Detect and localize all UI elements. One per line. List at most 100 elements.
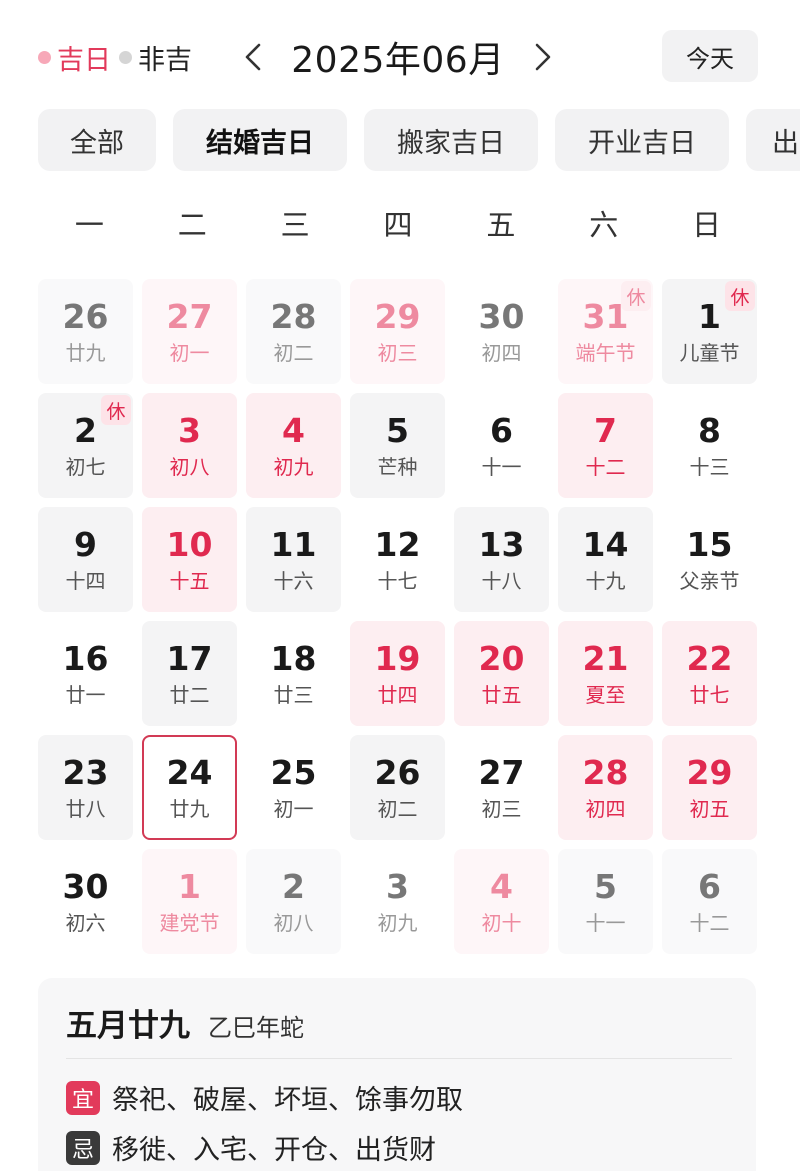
- calendar-day-cell[interactable]: 5 十一: [558, 849, 653, 954]
- lunar-label: 廿二: [169, 682, 210, 707]
- calendar-day-cell[interactable]: 3 初八: [142, 393, 237, 498]
- weekday-sun: 日: [692, 208, 722, 242]
- calendar-day-cell[interactable]: 2 初八: [246, 849, 341, 954]
- tab-moving[interactable]: 搬家吉日: [364, 109, 538, 171]
- calendar-day-cell[interactable]: 5 芒种: [350, 393, 445, 498]
- chevron-right-icon: [535, 43, 551, 71]
- calendar-day-cell[interactable]: 4 初九: [246, 393, 341, 498]
- day-number: 6: [490, 410, 513, 450]
- legend-inauspicious: 非吉: [119, 38, 192, 77]
- weekday-wed: 三: [280, 208, 310, 242]
- prev-month-button[interactable]: [238, 37, 268, 77]
- day-number: 15: [686, 524, 733, 564]
- lunar-label: 初五: [689, 796, 730, 821]
- day-number: 2: [74, 410, 97, 450]
- day-number: 17: [166, 638, 213, 678]
- calendar-day-cell[interactable]: 22 廿七: [662, 621, 757, 726]
- lunar-label: 廿三: [273, 682, 314, 707]
- day-number: 30: [62, 866, 109, 906]
- lunar-label: 廿七: [689, 682, 730, 707]
- calendar-day-cell[interactable]: 25 初一: [246, 735, 341, 840]
- calendar-day-cell[interactable]: 1 建党节: [142, 849, 237, 954]
- current-month: 2025年06月: [291, 40, 505, 81]
- calendar-day-cell[interactable]: 26 初二: [350, 735, 445, 840]
- day-number: 12: [374, 524, 421, 564]
- weekday-sat: 六: [589, 208, 619, 242]
- day-number: 16: [62, 638, 109, 678]
- day-number: 26: [374, 752, 421, 792]
- calendar-day-cell-selected[interactable]: 24 廿九: [142, 735, 237, 840]
- day-number: 24: [166, 752, 213, 792]
- calendar-day-cell[interactable]: 23 廿八: [38, 735, 133, 840]
- day-number: 30: [478, 296, 525, 336]
- lunar-label: 十一: [481, 454, 522, 479]
- calendar-day-cell[interactable]: 14 十九: [558, 507, 653, 612]
- pink-dot-icon: [38, 51, 51, 64]
- day-detail-card: 五月廿九 乙巳年蛇 宜 祭祀、破屋、坏垣、馀事勿取 忌 移徙、入宅、开仓、出货财: [38, 978, 756, 1171]
- calendar-day-cell[interactable]: 16 廿一: [38, 621, 133, 726]
- lunar-label: 端午节: [575, 340, 636, 365]
- detail-lunar-date: 五月廿九: [66, 1008, 190, 1044]
- calendar-day-cell[interactable]: 3 初九: [350, 849, 445, 954]
- day-number: 1: [178, 866, 201, 906]
- calendar-day-cell[interactable]: 27 初三: [454, 735, 549, 840]
- calendar-day-cell[interactable]: 7 十二: [558, 393, 653, 498]
- calendar-day-cell[interactable]: 27 初一: [142, 279, 237, 384]
- calendar-day-cell[interactable]: 28 初四: [558, 735, 653, 840]
- calendar-day-cell[interactable]: 6 十一: [454, 393, 549, 498]
- today-button[interactable]: 今天: [662, 30, 758, 82]
- day-number: 18: [270, 638, 317, 678]
- lunar-label: 初四: [481, 340, 522, 365]
- calendar-day-cell[interactable]: 20 廿五: [454, 621, 549, 726]
- day-number: 19: [374, 638, 421, 678]
- calendar-day-cell[interactable]: 休 31 端午节: [558, 279, 653, 384]
- holiday-badge: 休: [725, 281, 755, 311]
- calendar-day-cell[interactable]: 6 十二: [662, 849, 757, 954]
- tab-travel[interactable]: 出: [746, 109, 800, 171]
- lunar-label: 初二: [377, 796, 418, 821]
- calendar-day-cell[interactable]: 12 十七: [350, 507, 445, 612]
- calendar-day-cell[interactable]: 29 初五: [662, 735, 757, 840]
- lunar-label: 初一: [169, 340, 210, 365]
- weekday-tue: 二: [177, 208, 207, 242]
- calendar-day-cell[interactable]: 10 十五: [142, 507, 237, 612]
- lunar-label: 儿童节: [679, 340, 740, 365]
- calendar-day-cell[interactable]: 21 夏至: [558, 621, 653, 726]
- lunar-label: 廿九: [169, 796, 210, 821]
- calendar-day-cell[interactable]: 30 初四: [454, 279, 549, 384]
- day-number: 3: [386, 866, 409, 906]
- lunar-label: 十五: [169, 568, 210, 593]
- lunar-label: 十六: [273, 568, 314, 593]
- calendar-day-cell[interactable]: 15 父亲节: [662, 507, 757, 612]
- calendar-day-cell[interactable]: 18 廿三: [246, 621, 341, 726]
- calendar-day-cell[interactable]: 28 初二: [246, 279, 341, 384]
- calendar-day-cell[interactable]: 休 2 初七: [38, 393, 133, 498]
- calendar-day-cell[interactable]: 11 十六: [246, 507, 341, 612]
- calendar-day-cell[interactable]: 30 初六: [38, 849, 133, 954]
- calendar-day-cell[interactable]: 13 十八: [454, 507, 549, 612]
- calendar-day-cell[interactable]: 休 1 儿童节: [662, 279, 757, 384]
- lunar-label: 廿一: [65, 682, 106, 707]
- calendar-day-cell[interactable]: 19 廿四: [350, 621, 445, 726]
- yi-text: 祭祀、破屋、坏垣、馀事勿取: [112, 1085, 463, 1116]
- lunar-label: 夏至: [585, 682, 626, 707]
- tab-wedding[interactable]: 结婚吉日: [173, 109, 347, 171]
- weekday-mon: 一: [74, 208, 104, 242]
- calendar-day-cell[interactable]: 17 廿二: [142, 621, 237, 726]
- tab-opening[interactable]: 开业吉日: [555, 109, 729, 171]
- calendar-day-cell[interactable]: 4 初十: [454, 849, 549, 954]
- day-number: 23: [62, 752, 109, 792]
- day-number: 22: [686, 638, 733, 678]
- tab-all[interactable]: 全部: [38, 109, 156, 171]
- calendar-day-cell[interactable]: 9 十四: [38, 507, 133, 612]
- calendar-day-cell[interactable]: 26 廿九: [38, 279, 133, 384]
- lunar-label: 十二: [689, 910, 730, 935]
- day-number: 3: [178, 410, 201, 450]
- day-number: 5: [386, 410, 409, 450]
- next-month-button[interactable]: [528, 37, 558, 77]
- day-number: 29: [686, 752, 733, 792]
- day-number: 7: [594, 410, 617, 450]
- lunar-label: 初七: [65, 454, 106, 479]
- calendar-day-cell[interactable]: 8 十三: [662, 393, 757, 498]
- calendar-day-cell[interactable]: 29 初三: [350, 279, 445, 384]
